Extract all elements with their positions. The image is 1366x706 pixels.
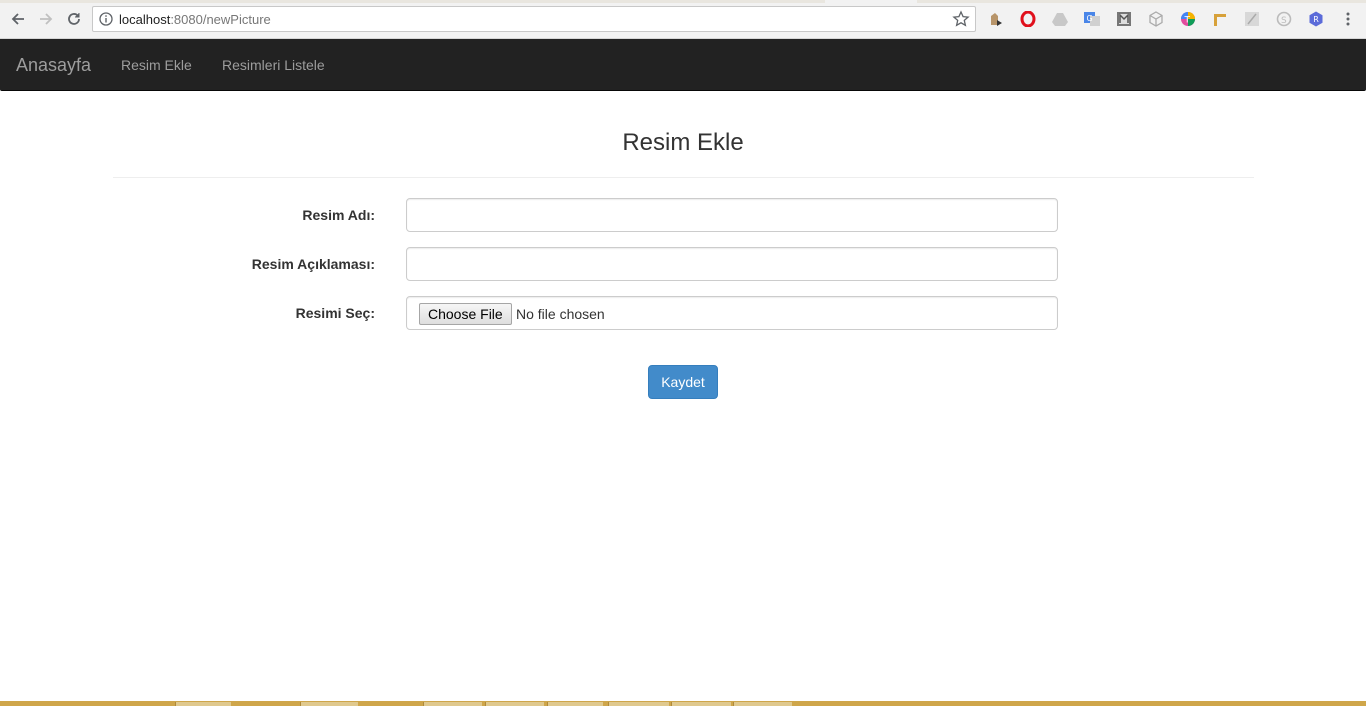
picture-description-input[interactable]	[406, 247, 1058, 281]
title-divider	[113, 177, 1254, 178]
taskbar-item[interactable]	[547, 702, 603, 706]
svg-text:T: T	[1184, 16, 1191, 26]
address-bar[interactable]: localhost:8080/newPicture	[92, 6, 976, 32]
drive-icon[interactable]	[1052, 11, 1068, 27]
picture-description-label: Resim Açıklaması:	[251, 256, 375, 272]
choose-file-button[interactable]: Choose File	[419, 303, 512, 325]
svg-text:R: R	[1313, 15, 1319, 24]
picture-name-label: Resim Adı:	[302, 207, 375, 223]
r-badge-icon[interactable]: R	[1308, 11, 1324, 27]
kebab-menu-icon[interactable]	[1340, 11, 1356, 27]
navbar-brand[interactable]: Anasayfa	[16, 55, 91, 76]
taskbar-item[interactable]	[485, 702, 544, 706]
back-icon[interactable]	[8, 9, 28, 29]
taskbar-item[interactable]	[300, 702, 358, 706]
opera-icon[interactable]	[1020, 11, 1036, 27]
extension-m-icon[interactable]	[1116, 11, 1132, 27]
pencil-ruler-icon[interactable]	[1212, 11, 1228, 27]
save-button[interactable]: Kaydet	[648, 365, 718, 399]
taskbar-item[interactable]	[733, 702, 792, 706]
browser-toolbar: localhost:8080/newPicture G T S R	[0, 0, 1366, 39]
url-text: localhost:8080/newPicture	[119, 12, 271, 27]
svg-text:G: G	[1087, 14, 1093, 23]
tab-strip	[0, 0, 1366, 3]
top-navbar: Anasayfa Resim Ekle Resimleri Listele	[0, 39, 1366, 91]
nav-link-resimleri-listele[interactable]: Resimleri Listele	[222, 57, 325, 73]
page-title: Resim Ekle	[622, 129, 744, 156]
info-icon[interactable]	[99, 12, 113, 26]
os-taskbar-edge	[0, 701, 1366, 706]
cube-icon[interactable]	[1148, 11, 1164, 27]
forward-icon[interactable]	[36, 9, 56, 29]
nav-link-resim-ekle[interactable]: Resim Ekle	[121, 57, 192, 73]
active-tab[interactable]	[825, 0, 917, 3]
reload-icon[interactable]	[64, 9, 84, 29]
pdf-icon[interactable]	[1244, 11, 1260, 27]
file-status-text: No file chosen	[516, 306, 605, 322]
taskbar-item[interactable]	[671, 702, 731, 706]
colorful-t-icon[interactable]: T	[1180, 11, 1196, 27]
taskbar-item[interactable]	[175, 702, 231, 706]
picture-file-field: Choose File No file chosen	[406, 296, 1058, 330]
svg-text:S: S	[1281, 16, 1287, 26]
taskbar-item[interactable]	[608, 702, 669, 706]
skype-icon[interactable]: S	[1276, 11, 1292, 27]
bookmark-star-icon[interactable]	[952, 10, 970, 28]
picture-file-label: Resimi Seç:	[295, 305, 375, 321]
taskbar-item[interactable]	[423, 702, 482, 706]
download-helper-icon[interactable]	[988, 11, 1004, 27]
translate-icon[interactable]: G	[1084, 11, 1100, 27]
picture-name-input[interactable]	[406, 198, 1058, 232]
